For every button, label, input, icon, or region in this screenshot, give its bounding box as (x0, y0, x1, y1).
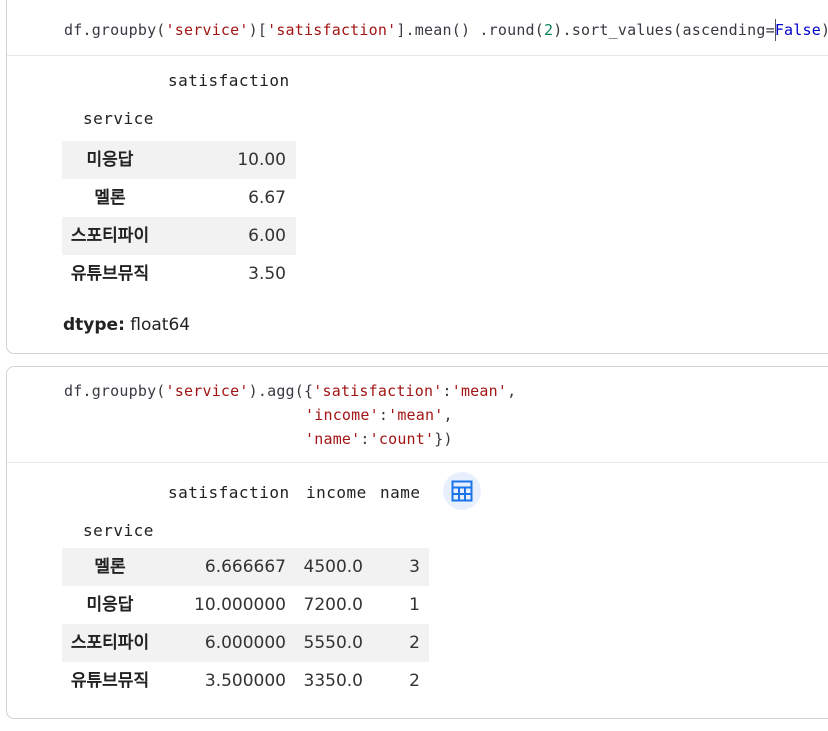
code-token: 'mean' (451, 382, 508, 400)
row-name-count: 2 (409, 633, 420, 653)
index-name: service (83, 521, 154, 540)
row-value: 6.00 (248, 226, 286, 246)
row-name-count: 2 (409, 671, 420, 691)
row-label: 유튜브뮤직 (70, 264, 150, 284)
row-label: 멜론 (94, 188, 126, 208)
code-line: 'name':'count'}) (305, 430, 453, 448)
dtype-value: float64 (130, 315, 191, 335)
code-cell-2[interactable]: df.groupby('service').agg({'satisfaction… (6, 366, 828, 719)
code-token: ).sort_values(ascending= (553, 21, 775, 39)
column-header-satisfaction: satisfaction (168, 483, 290, 502)
row-income: 5550.0 (303, 633, 363, 653)
table-row: 스포티파이 6.000000 5550.0 2 (62, 624, 429, 662)
code-token: False (774, 21, 821, 39)
code-token: 'service' (165, 382, 249, 400)
code-token: ].mean() .round( (396, 21, 545, 39)
code-token: df.groupby( (64, 21, 166, 39)
text-cursor (775, 19, 776, 41)
code-token: 'satisfaction' (267, 21, 397, 39)
code-token: : (442, 382, 452, 400)
row-satisfaction: 6.000000 (204, 633, 286, 653)
code-line: df.groupby('service')['satisfaction'].me… (64, 21, 828, 39)
row-name-count: 3 (409, 557, 420, 577)
row-satisfaction: 10.000000 (194, 595, 286, 615)
code-line: df.groupby('service').agg({'satisfaction… (64, 382, 516, 400)
row-label: 미응답 (86, 150, 134, 170)
index-name: service (83, 109, 154, 128)
code-token: 'service' (165, 21, 249, 39)
row-label: 스포티파이 (70, 226, 150, 246)
row-income: 4500.0 (303, 557, 363, 577)
code-editor-1[interactable]: df.groupby('service')['satisfaction'].me… (7, 0, 828, 56)
code-token: ).agg({ (248, 382, 314, 400)
table-row: 유튜브뮤직 3.50 (62, 255, 296, 293)
code-token: , (507, 382, 517, 400)
row-income: 3350.0 (303, 671, 363, 691)
code-token: df.groupby( (64, 382, 166, 400)
table-row: 멜론 6.666667 4500.0 3 (62, 548, 429, 586)
code-editor-2[interactable]: df.groupby('service').agg({'satisfaction… (7, 367, 828, 463)
code-token: 'mean' (388, 406, 444, 424)
row-satisfaction: 3.500000 (204, 671, 286, 691)
column-header-name: name (380, 483, 421, 502)
table-row: 유튜브뮤직 3.500000 3350.0 2 (62, 662, 429, 700)
code-token: : (360, 430, 370, 448)
code-token: }) (434, 430, 453, 448)
dtype-label: dtype: (63, 315, 125, 335)
column-header-income: income (306, 483, 367, 502)
row-value: 6.67 (248, 188, 286, 208)
table-row: 멜론 6.67 (62, 179, 296, 217)
table-row: 미응답 10.000000 7200.0 1 (62, 586, 429, 624)
table-grid-icon (451, 480, 473, 502)
code-cell-1[interactable]: df.groupby('service')['satisfaction'].me… (6, 0, 828, 354)
row-satisfaction: 6.666667 (204, 557, 286, 577)
dtype-text: dtype: float64 (63, 315, 190, 335)
code-line: 'income':'mean', (305, 406, 453, 424)
row-income: 7200.0 (303, 595, 363, 615)
table-row: 스포티파이 6.00 (62, 217, 296, 255)
code-token: 'count' (369, 430, 435, 448)
code-token: 'income' (305, 406, 379, 424)
table-row: 미응답 10.00 (62, 141, 296, 179)
code-token: : (378, 406, 389, 424)
convert-to-interactive-table-button[interactable] (443, 472, 481, 510)
row-label: 미응답 (86, 595, 134, 615)
row-label: 스포티파이 (70, 633, 150, 653)
row-value: 10.00 (237, 150, 286, 170)
row-label: 멜론 (94, 557, 126, 577)
code-token: , (443, 406, 453, 424)
row-name-count: 1 (409, 595, 420, 615)
code-token: 2 (544, 21, 554, 39)
row-label: 유튜브뮤직 (70, 671, 150, 691)
column-header-satisfaction: satisfaction (168, 71, 290, 90)
code-token: 'name' (305, 430, 361, 448)
code-token: 'satisfaction' (313, 382, 443, 400)
code-token: ) (821, 21, 828, 39)
row-value: 3.50 (248, 264, 286, 284)
code-token: )[ (248, 21, 268, 39)
